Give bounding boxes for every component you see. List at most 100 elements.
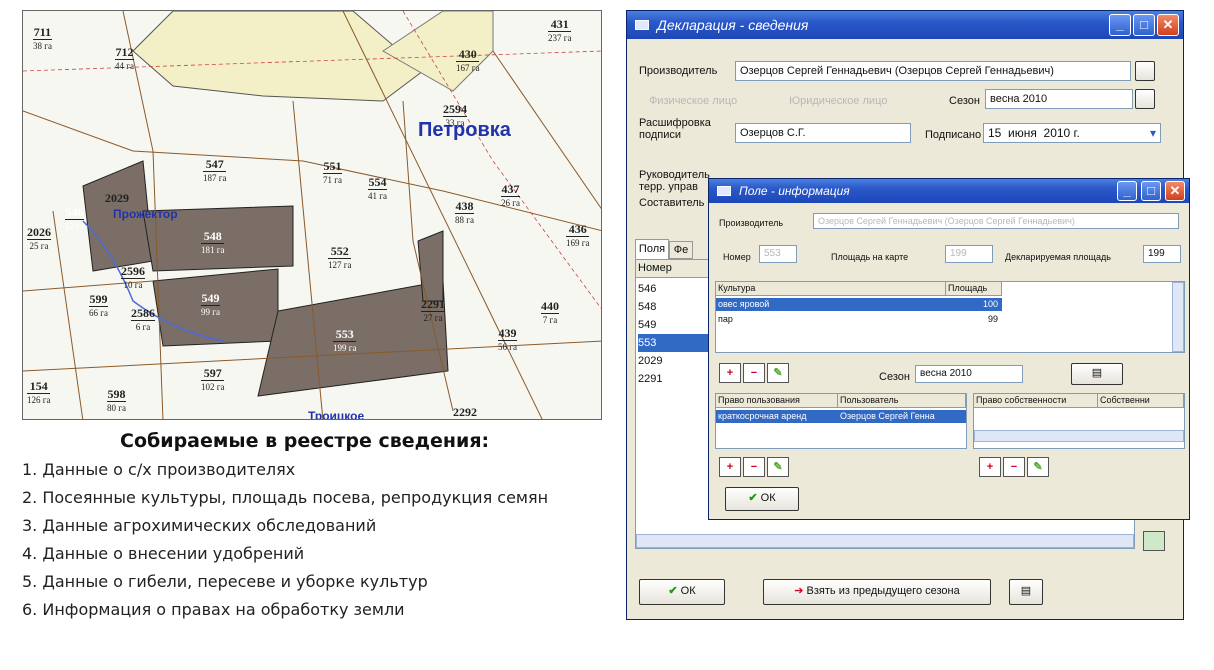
slide: Петровка Прожектор Троицкое 711 38 га 712… — [0, 0, 1214, 670]
chevron-down-icon[interactable]: ▾ — [1150, 124, 1156, 142]
previous-season-button[interactable]: ➔ Взять из предыдущего сезона — [763, 579, 991, 605]
parcel-label: 2292 — [453, 405, 477, 419]
parcel-label: 431 237 га — [548, 17, 572, 43]
maximize-button[interactable]: □ — [1141, 181, 1161, 201]
parcel-label: 154 126 га — [27, 379, 51, 405]
signed-date-picker[interactable]: 15 июня 2010 г. ▾ — [983, 123, 1161, 143]
table-row-selected[interactable]: овес яровой 100 — [716, 298, 1002, 311]
column-header-number[interactable]: Номер — [636, 260, 716, 278]
parcel-label: 440 7 га — [541, 299, 559, 325]
ok-button[interactable]: ✔ ОК — [639, 579, 725, 605]
window-icon — [717, 186, 731, 196]
use-rights-table: Право пользования Пользователь краткосро… — [715, 393, 967, 449]
print-button[interactable]: ▤ — [1009, 579, 1043, 605]
season-field[interactable]: весна 2010 — [915, 365, 1023, 383]
signed-label: Подписано — [925, 129, 982, 141]
table-row-selected[interactable]: краткосрочная аренд Озерцов Сергей Генна — [716, 410, 966, 423]
number-label: Номер — [723, 252, 751, 262]
signature-label: Расшифровка подписи — [639, 117, 711, 141]
vertical-scrollbar[interactable] — [1172, 282, 1184, 352]
table-row[interactable]: 549 — [638, 316, 712, 334]
table-row[interactable]: 548 — [638, 298, 712, 316]
parcel-label: 437 26 га — [501, 182, 520, 208]
ownership-table: Право собственности Собственни — [973, 393, 1185, 449]
printer-icon: ▤ — [1020, 585, 1032, 597]
maximize-button[interactable]: □ — [1133, 14, 1155, 36]
physical-person-radio[interactable]: Физическое лицо — [649, 95, 737, 107]
parcel-label: 2026 25 га — [27, 225, 51, 251]
parcel-label: 551 71 га — [323, 159, 342, 185]
minimize-button[interactable]: _ — [1117, 181, 1137, 201]
column-header-owner[interactable]: Собственни — [1098, 394, 1184, 408]
parcel-label: 2291 27 га — [421, 297, 445, 323]
table-row[interactable]: пар 99 — [716, 313, 1002, 326]
column-header-culture[interactable]: Культура — [716, 282, 946, 296]
producer-pick-button[interactable] — [1135, 61, 1155, 81]
parcel-label: 430 167 га — [456, 47, 480, 73]
minimize-button[interactable]: _ — [1109, 14, 1131, 36]
edit-row-icon[interactable]: ✎ — [1027, 457, 1049, 477]
map-area-field[interactable]: 199 — [945, 245, 993, 263]
close-button[interactable]: ✕ — [1165, 181, 1185, 201]
season-field[interactable]: весна 2010 — [985, 89, 1133, 109]
tab-fields[interactable]: Поля — [635, 239, 669, 259]
add-row-icon[interactable]: + — [719, 457, 741, 477]
copy-arrow-icon: ➔ — [794, 585, 804, 597]
season-pick-button[interactable] — [1135, 89, 1155, 109]
cadastral-map: Петровка Прожектор Троицкое 711 38 га 712… — [22, 10, 602, 420]
horizontal-scrollbar[interactable] — [636, 534, 1134, 548]
parcel-label: 546 12 га — [65, 205, 84, 231]
remove-row-icon[interactable]: − — [1003, 457, 1025, 477]
fields-rows: 546 548 549 553 2029 2291 — [638, 280, 712, 388]
parcel-label: 2029 — [105, 191, 129, 205]
parcel-label: 597 102 га — [201, 366, 225, 392]
column-header-user[interactable]: Пользователь — [838, 394, 966, 408]
print-button[interactable]: ▤ — [1071, 363, 1123, 385]
close-button[interactable]: ✕ — [1157, 14, 1179, 36]
checkmark-icon: ✔ — [668, 585, 678, 597]
legal-entity-radio[interactable]: Юридическое лицо — [789, 95, 887, 107]
horizontal-scrollbar[interactable] — [974, 430, 1184, 442]
parcel-label: 549 99 га — [201, 291, 220, 317]
village-label-prozhektor: Прожектор — [113, 207, 178, 221]
declaration-title: Декларация - сведения — [657, 17, 809, 33]
add-row-icon[interactable]: + — [979, 457, 1001, 477]
column-header-use-right[interactable]: Право пользования — [716, 394, 838, 408]
parcel-label: 553 199 га — [333, 327, 357, 353]
producer-field[interactable]: Озерцов Сергей Геннадьевич (Озерцов Серг… — [735, 61, 1131, 81]
printer-icon: ▤ — [1091, 367, 1103, 379]
producer-label: Производитель — [639, 65, 718, 77]
composer-label: Составитель — [639, 197, 705, 209]
edit-row-icon[interactable]: ✎ — [767, 363, 789, 383]
table-row[interactable]: 2029 — [638, 352, 712, 370]
export-icon[interactable] — [1143, 531, 1165, 551]
parcel-label: 598 80 га — [107, 387, 126, 413]
column-header-area[interactable]: Площадь — [946, 282, 1002, 296]
map-drawing — [23, 11, 601, 419]
parcel-label: 554 41 га — [368, 175, 387, 201]
list-item: 6. Информация о правах на обработку земл… — [22, 600, 405, 619]
remove-row-icon[interactable]: − — [743, 363, 765, 383]
edit-row-icon[interactable]: ✎ — [767, 457, 789, 477]
parcel-label: 438 88 га — [455, 199, 474, 225]
table-row-selected[interactable]: 553 — [638, 334, 712, 352]
season-label: Сезон — [949, 95, 980, 107]
parcel-label: 712 44 га — [115, 45, 134, 71]
ok-button[interactable]: ✔ ОК — [725, 487, 799, 511]
remove-row-icon[interactable]: − — [743, 457, 765, 477]
table-row[interactable]: 546 — [638, 280, 712, 298]
parcel-label: 2594 33 га — [443, 102, 467, 128]
table-row[interactable]: 2291 — [638, 370, 712, 388]
column-header-own-right[interactable]: Право собственности — [974, 394, 1098, 408]
producer-field[interactable]: Озерцов Сергей Геннадьевич (Озерцов Серг… — [813, 213, 1179, 229]
declared-area-field[interactable]: 199 — [1143, 245, 1181, 263]
add-row-icon[interactable]: + — [719, 363, 741, 383]
parcel-label: 711 38 га — [33, 25, 52, 51]
field-titlebar: Поле - информация _ □ ✕ — [709, 179, 1189, 203]
list-item: 1. Данные о с/х производителях — [22, 460, 296, 479]
signature-field[interactable]: Озерцов С.Г. — [735, 123, 911, 143]
parcel-label: 439 56 га — [498, 326, 517, 352]
parcel-label: 2586 6 га — [131, 306, 155, 332]
number-field[interactable]: 553 — [759, 245, 797, 263]
tab-second[interactable]: Фе — [669, 241, 693, 259]
